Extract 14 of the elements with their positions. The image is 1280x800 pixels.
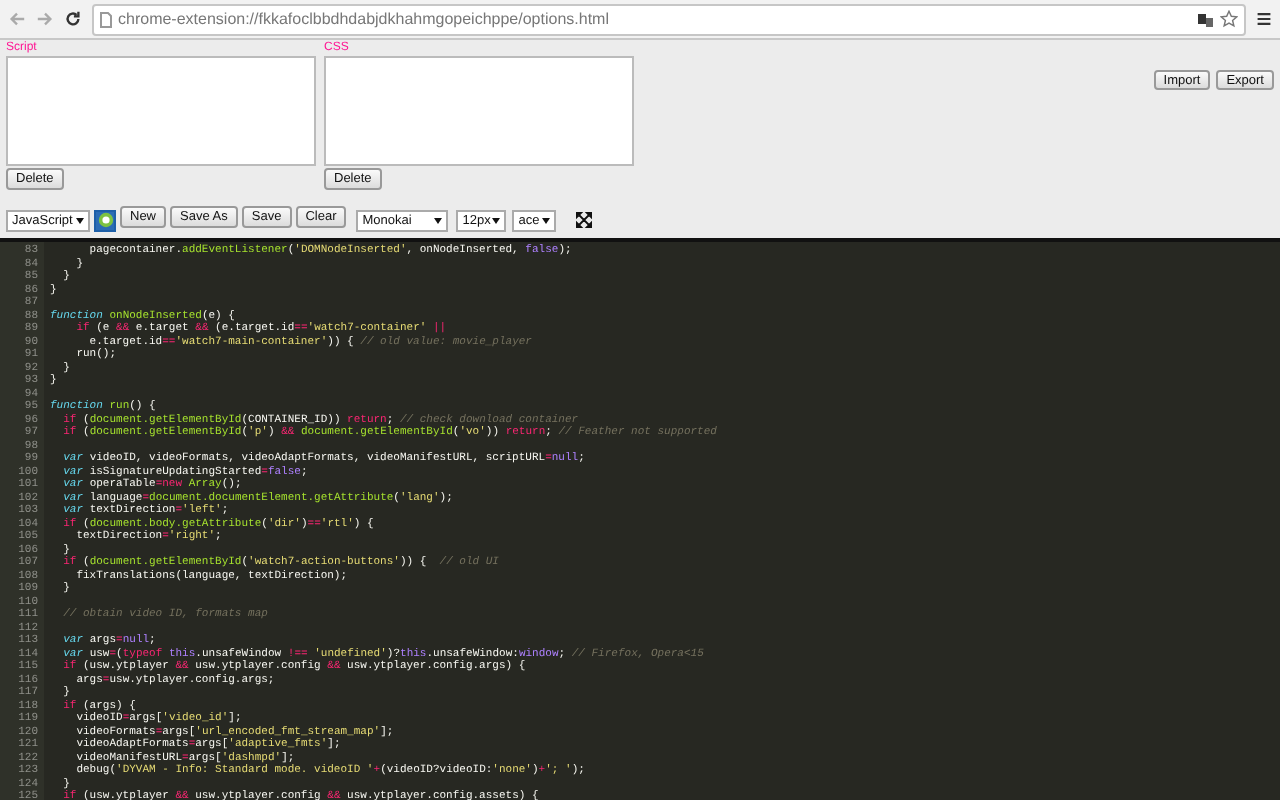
extension-icon[interactable] (1198, 11, 1214, 27)
page-icon (100, 11, 112, 27)
url-text: chrome-extension://fkkafoclbbdhdabjdkhahmgopeichppe/options.html (118, 10, 609, 28)
fullscreen-icon[interactable] (576, 212, 593, 228)
dropdown-arrow-icon (76, 217, 84, 223)
dropdown-arrow-icon (492, 217, 501, 223)
reload-icon[interactable] (64, 10, 82, 28)
menu-icon[interactable] (1256, 10, 1272, 28)
code-editor[interactable] (0, 238, 1280, 800)
star-icon[interactable] (1220, 10, 1238, 28)
dropdown-arrow-icon (542, 217, 551, 223)
dropdown-arrow-icon (434, 217, 443, 223)
address-bar[interactable]: chrome-extension://fkkafoclbbdhdabjdkhahmgopeichppe/options.html (92, 3, 1246, 35)
logo-button[interactable] (94, 209, 116, 231)
